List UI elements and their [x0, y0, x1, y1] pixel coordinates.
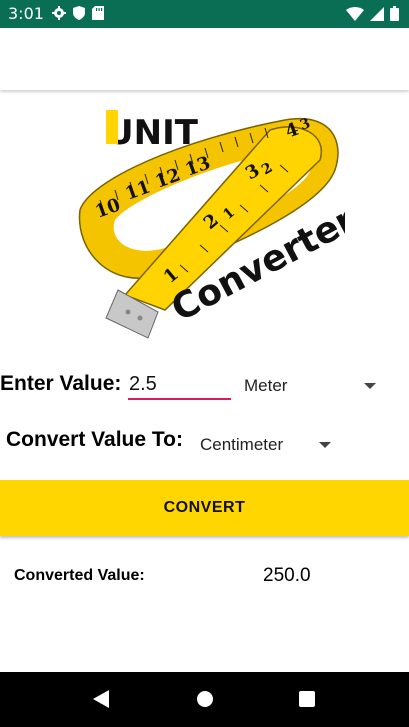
converted-value-label: Converted Value:: [14, 567, 145, 584]
convert-button[interactable]: CONVERT: [0, 480, 409, 536]
status-icons-right: [346, 6, 399, 21]
unit-converter-logo: UNIT Converter 10 11 12 13 1 2 3 4 1 2 3: [78, 110, 345, 339]
dropdown-arrow-icon: [364, 383, 376, 389]
recent-apps-icon[interactable]: [299, 691, 315, 707]
from-unit-label: Meter: [244, 376, 288, 395]
wifi-icon: [346, 6, 364, 21]
sd-card-icon: [92, 6, 104, 20]
convert-to-label: Convert Value To:: [6, 428, 183, 451]
logo-word-unit: UNIT: [106, 113, 199, 153]
dropdown-arrow-icon: [319, 442, 331, 448]
status-time: 3:01: [8, 4, 44, 23]
status-icons-left: [52, 6, 104, 20]
signal-icon: [370, 6, 384, 21]
status-bar: 3:01: [0, 0, 409, 28]
to-unit-spinner[interactable]: Centimeter: [200, 434, 331, 456]
app-bar: [0, 28, 409, 90]
battery-icon: [390, 6, 399, 21]
to-unit-label: Centimeter: [200, 435, 284, 454]
converted-value-output: 250.0: [263, 565, 311, 586]
shield-icon: [73, 6, 85, 20]
back-icon[interactable]: [93, 690, 109, 708]
value-input[interactable]: [128, 370, 231, 400]
from-unit-spinner[interactable]: Meter: [244, 375, 376, 397]
home-icon[interactable]: [197, 691, 213, 707]
enter-value-label: Enter Value:: [0, 372, 122, 395]
gear-icon: [52, 6, 66, 20]
